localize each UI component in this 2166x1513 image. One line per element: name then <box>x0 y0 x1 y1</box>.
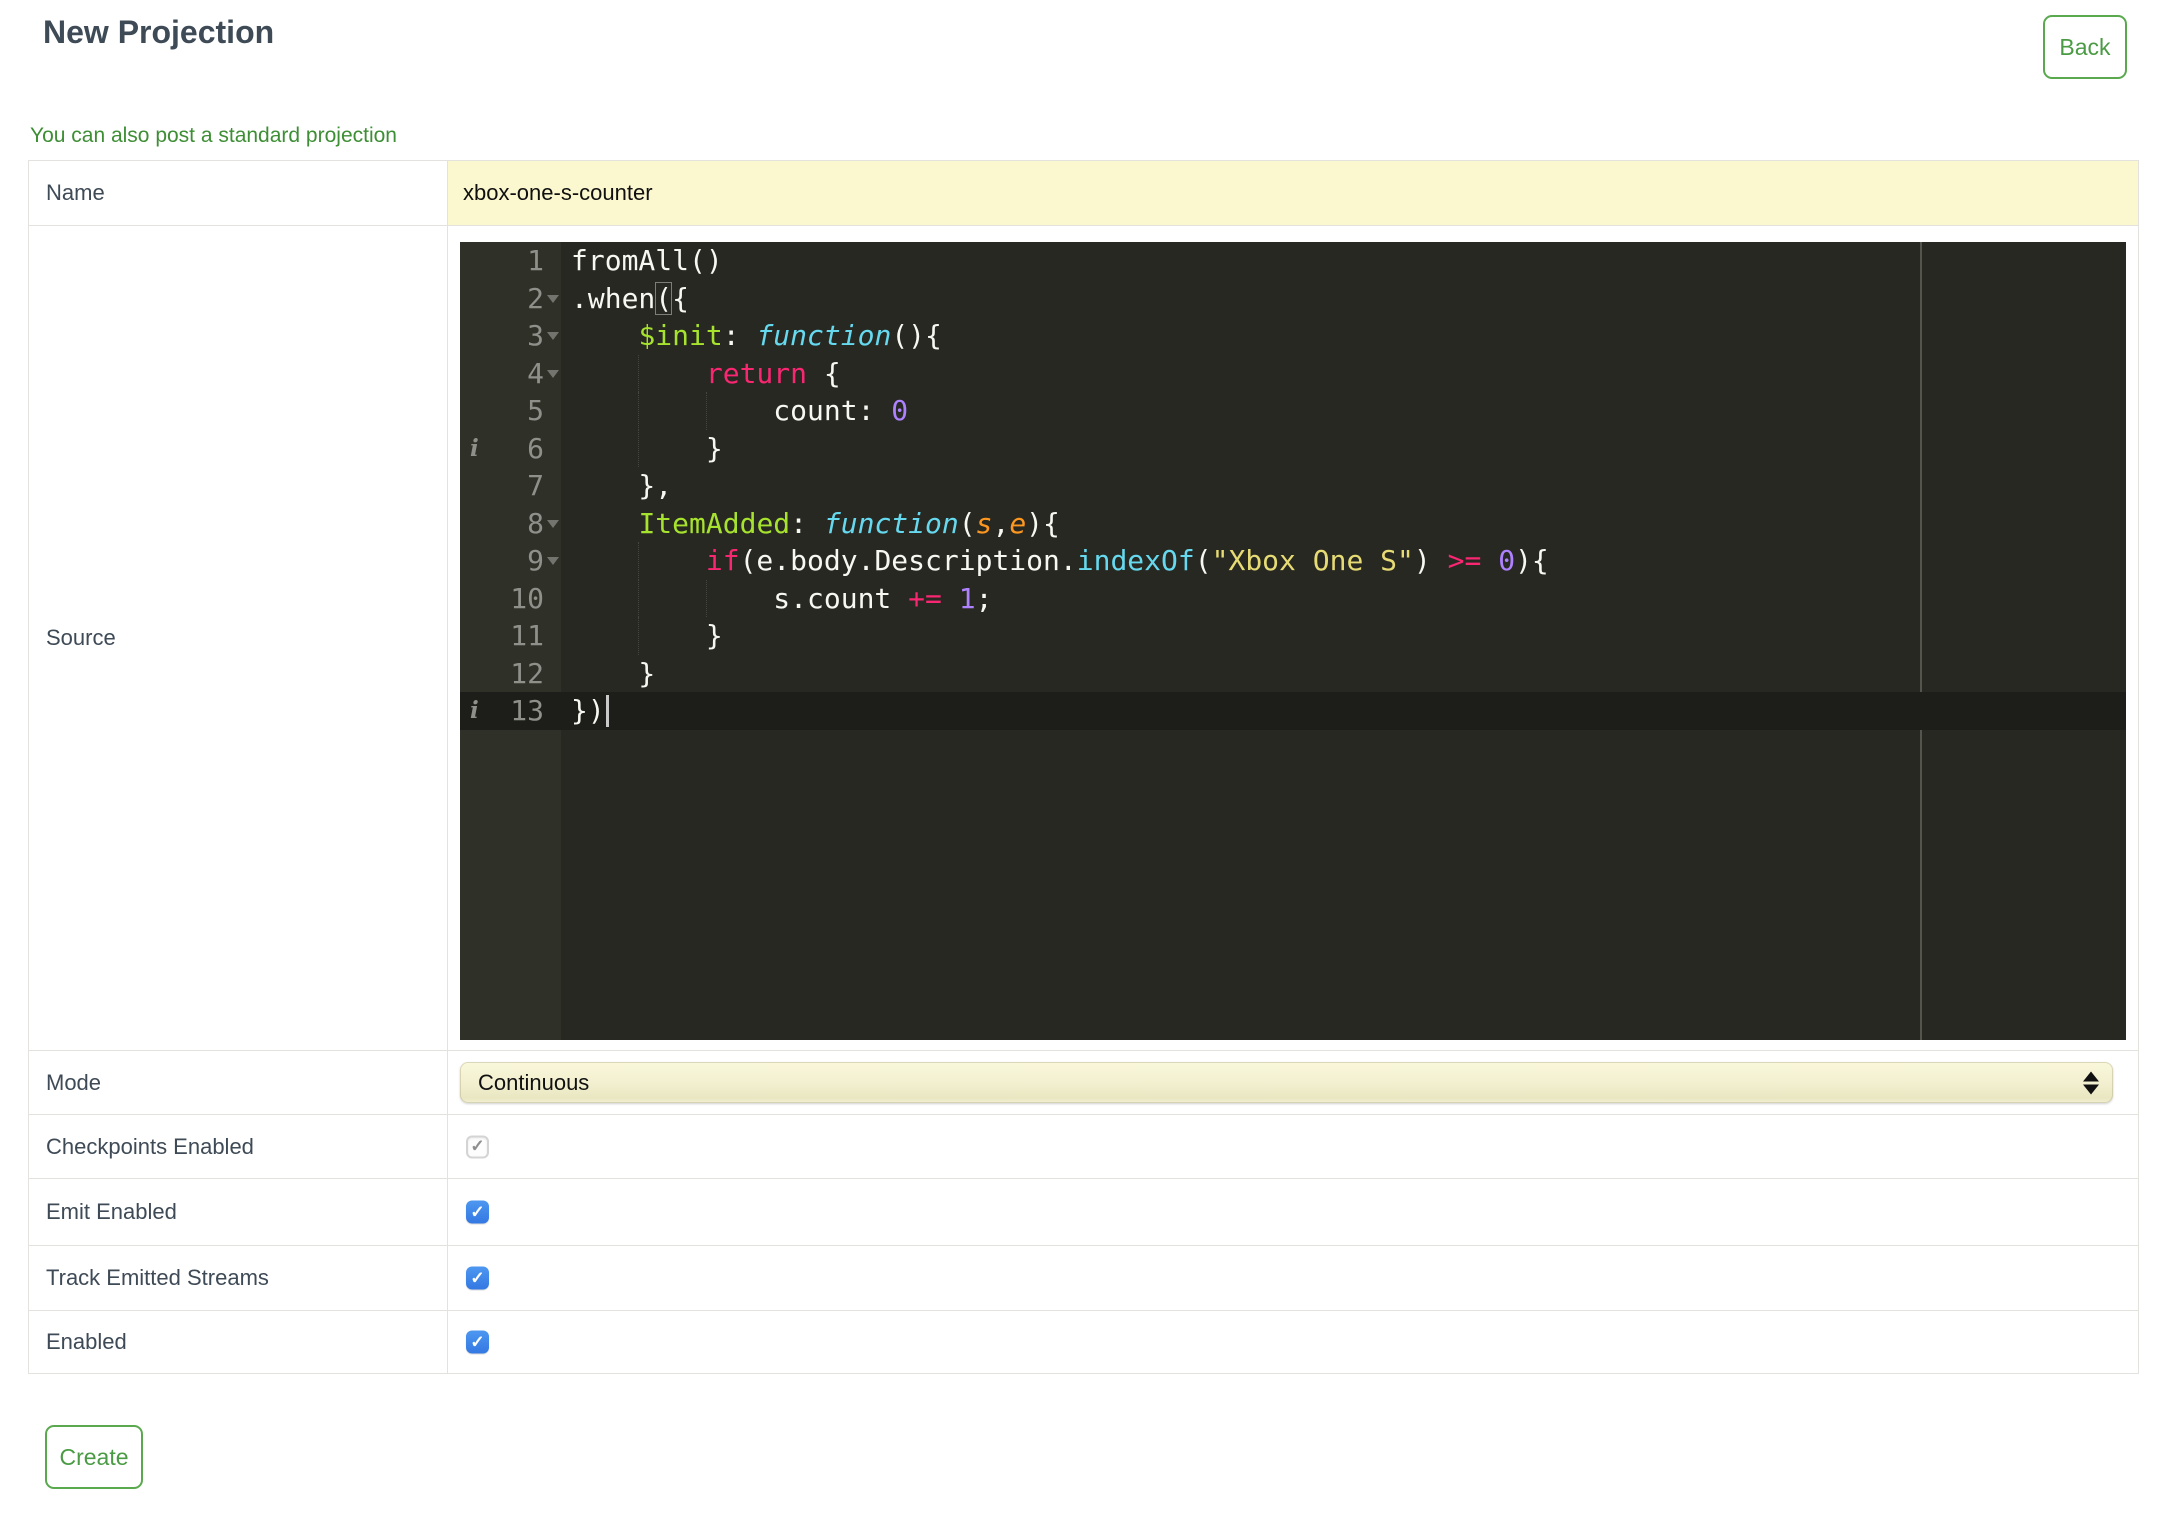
mode-row: Mode Continuous <box>29 1051 2138 1115</box>
checkpoints-enabled-row: Checkpoints Enabled <box>29 1115 2138 1179</box>
code-line: return { <box>561 354 2126 392</box>
fold-arrow-icon[interactable] <box>547 332 559 340</box>
checkpoints-enabled-checkbox <box>466 1135 489 1158</box>
code-line: s.count += 1; <box>561 579 2126 617</box>
editor-code: fromAll() .when({ $init: function(){ retu… <box>561 242 2126 730</box>
back-button[interactable]: Back <box>2043 15 2127 79</box>
enabled-row: Enabled <box>29 1311 2138 1374</box>
source-row: Source 1 2 3 4 5 6 i 7 8 9 10 11 12 13 i fromAll() .whe… <box>29 226 2138 1051</box>
code-line: fromAll() <box>571 244 723 277</box>
code-line: .when({ <box>571 281 690 315</box>
select-stepper-icon <box>2083 1071 2099 1094</box>
gutter-line-number: 7 <box>527 469 544 502</box>
page-title: New Projection <box>43 14 275 50</box>
gutter-line-number: 8 <box>460 505 561 543</box>
name-row: Name xbox-one-s-counter <box>29 161 2138 226</box>
gutter-line-number: 2 <box>460 280 561 318</box>
code-line: }, <box>571 469 673 502</box>
code-line: } <box>561 617 2126 655</box>
track-emitted-streams-row: Track Emitted Streams <box>29 1246 2138 1311</box>
code-line: ItemAdded: function(s,e){ <box>638 506 1060 540</box>
mode-select[interactable]: Continuous <box>460 1062 2113 1103</box>
name-value: xbox-one-s-counter <box>463 180 653 205</box>
new-projection-page: New Projection Back You can also post a … <box>0 0 2166 1513</box>
standard-projection-link[interactable]: You can also post a standard projection <box>30 124 397 148</box>
fold-arrow-icon[interactable] <box>547 369 559 378</box>
mode-select-value: Continuous <box>478 1069 590 1095</box>
create-button[interactable]: Create <box>45 1425 143 1489</box>
emit-enabled-row: Emit Enabled <box>29 1179 2138 1246</box>
gutter-line-number: 4 <box>460 355 561 393</box>
source-label: Source <box>29 226 448 1050</box>
gutter-line-number: 12 <box>510 656 544 690</box>
enabled-label: Enabled <box>29 1311 448 1373</box>
name-input[interactable]: xbox-one-s-counter <box>448 161 2138 225</box>
fold-arrow-icon[interactable] <box>547 519 559 528</box>
gutter-line-number: 5 <box>527 394 544 427</box>
code-line: } <box>571 656 656 690</box>
gutter-line-number: 9 <box>460 542 561 580</box>
gutter-line-number: 1 <box>527 244 544 277</box>
gutter-line-number: 6i <box>460 430 561 468</box>
gutter-line-number: 11 <box>510 619 544 652</box>
gutter-line-number: 13 i <box>460 692 561 730</box>
track-emitted-streams-label: Track Emitted Streams <box>29 1246 448 1310</box>
code-line: if(e.body.Description.indexOf("Xbox One … <box>561 542 2126 580</box>
mode-label: Mode <box>29 1051 448 1114</box>
fold-arrow-icon[interactable] <box>547 294 559 303</box>
checkpoints-enabled-label: Checkpoints Enabled <box>29 1115 448 1178</box>
gutter-line-number: 10 <box>510 581 544 615</box>
emit-enabled-label: Emit Enabled <box>29 1179 448 1245</box>
enabled-checkbox[interactable] <box>466 1330 489 1354</box>
info-annotation-icon: i <box>470 434 479 462</box>
text-cursor <box>605 695 609 727</box>
code-line: }) <box>561 692 2126 730</box>
info-annotation-icon: i <box>470 697 479 724</box>
name-label: Name <box>29 161 448 225</box>
fold-arrow-icon[interactable] <box>547 557 559 565</box>
emit-enabled-checkbox[interactable] <box>466 1200 489 1224</box>
code-line: count: 0 <box>561 392 2126 430</box>
code-line: } <box>561 429 2126 467</box>
source-code-editor[interactable]: 1 2 3 4 5 6 i 7 8 9 10 11 12 13 i fromAll() .when({ $in… <box>460 242 2126 1040</box>
code-line: $init: function(){ <box>638 319 942 352</box>
track-emitted-streams-checkbox[interactable] <box>466 1266 489 1290</box>
projection-form: Name xbox-one-s-counter Source 123456i78… <box>28 160 2139 1374</box>
gutter-line-number: 3 <box>460 317 561 355</box>
